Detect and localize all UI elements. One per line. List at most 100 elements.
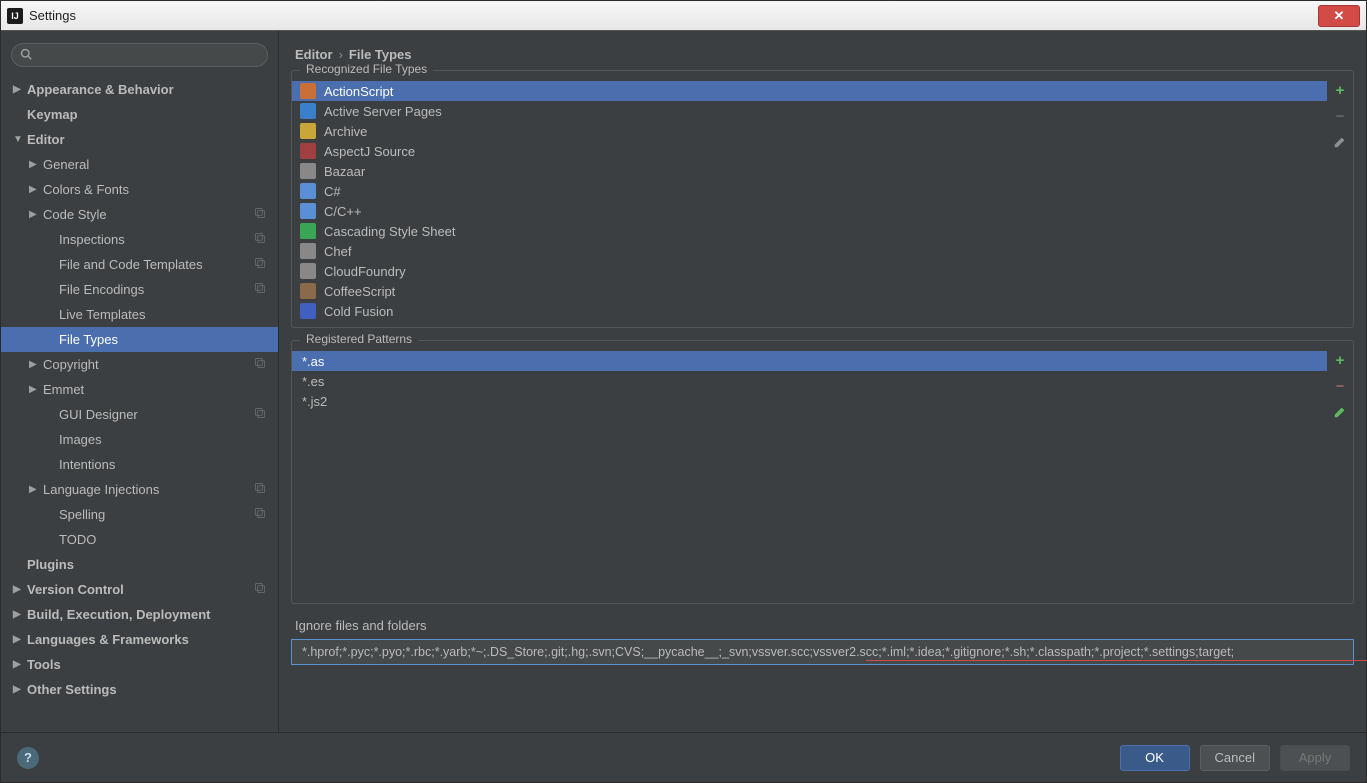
sidebar-item-label: Plugins	[27, 557, 74, 572]
file-type-label: Cascading Style Sheet	[324, 224, 456, 239]
file-type-label: AspectJ Source	[324, 144, 415, 159]
sidebar-item-code-style[interactable]: ▶Code Style	[1, 202, 278, 227]
file-type-label: Bazaar	[324, 164, 365, 179]
file-type-row[interactable]: Archive	[292, 121, 1327, 141]
sidebar-item-language-injections[interactable]: ▶Language Injections	[1, 477, 278, 502]
sidebar-item-appearance-behavior[interactable]: ▶Appearance & Behavior	[1, 77, 278, 102]
sidebar-item-label: Colors & Fonts	[43, 182, 129, 197]
breadcrumb-parent: Editor	[295, 47, 333, 62]
pattern-row[interactable]: *.js2	[292, 391, 1327, 411]
file-type-row[interactable]: Chef	[292, 241, 1327, 261]
pattern-row[interactable]: *.es	[292, 371, 1327, 391]
file-type-icon	[300, 83, 316, 99]
file-type-icon	[300, 103, 316, 119]
help-button[interactable]: ?	[17, 747, 39, 769]
chevron-right-icon: ▶	[13, 684, 27, 695]
chevron-right-icon: ▶	[13, 609, 27, 620]
file-type-icon	[300, 243, 316, 259]
breadcrumb: Editor›File Types	[291, 43, 1354, 70]
dialog-footer: ? OK Cancel Apply	[1, 732, 1366, 782]
add-pattern-button[interactable]: +	[1331, 351, 1349, 369]
chevron-right-icon: ▶	[29, 159, 43, 170]
file-type-row[interactable]: Bazaar	[292, 161, 1327, 181]
pattern-row[interactable]: *.as	[292, 351, 1327, 371]
file-type-label: Chef	[324, 244, 351, 259]
edit-pattern-button[interactable]	[1331, 403, 1349, 421]
file-type-row[interactable]: C/C++	[292, 201, 1327, 221]
add-file-type-button[interactable]: +	[1331, 81, 1349, 99]
file-type-row[interactable]: C#	[292, 181, 1327, 201]
file-type-row[interactable]: ActionScript	[292, 81, 1327, 101]
scheme-icon	[254, 582, 266, 597]
file-type-row[interactable]: Active Server Pages	[292, 101, 1327, 121]
sidebar-item-file-types[interactable]: File Types	[1, 327, 278, 352]
chevron-down-icon: ▼	[13, 134, 27, 145]
sidebar-item-label: Spelling	[59, 507, 105, 522]
chevron-right-icon: ▶	[29, 484, 43, 495]
sidebar-item-live-templates[interactable]: Live Templates	[1, 302, 278, 327]
sidebar-item-label: Copyright	[43, 357, 99, 372]
sidebar-item-intentions[interactable]: Intentions	[1, 452, 278, 477]
sidebar-item-label: Live Templates	[59, 307, 145, 322]
file-type-row[interactable]: Cascading Style Sheet	[292, 221, 1327, 241]
file-type-label: Active Server Pages	[324, 104, 442, 119]
chevron-right-icon: ▶	[13, 584, 27, 595]
search-input[interactable]	[11, 43, 268, 67]
sidebar-item-label: Languages & Frameworks	[27, 632, 189, 647]
sidebar-item-copyright[interactable]: ▶Copyright	[1, 352, 278, 377]
settings-dialog: IJ Settings ✕ ▶Appearance & BehaviorKeym…	[0, 0, 1367, 783]
sidebar-item-plugins[interactable]: Plugins	[1, 552, 278, 577]
file-type-icon	[300, 203, 316, 219]
file-type-label: Archive	[324, 124, 367, 139]
sidebar-item-other-settings[interactable]: ▶Other Settings	[1, 677, 278, 702]
patterns-list[interactable]: *.as*.es *.js2	[292, 347, 1327, 597]
file-type-label: CloudFoundry	[324, 264, 406, 279]
apply-button[interactable]: Apply	[1280, 745, 1350, 771]
window-close-button[interactable]: ✕	[1318, 5, 1360, 27]
sidebar-item-file-encodings[interactable]: File Encodings	[1, 277, 278, 302]
file-type-label: ActionScript	[324, 84, 393, 99]
file-type-row[interactable]: CoffeeScript	[292, 281, 1327, 301]
section-label: Recognized File Types	[300, 62, 433, 76]
ok-button[interactable]: OK	[1120, 745, 1190, 771]
sidebar-item-languages-frameworks[interactable]: ▶Languages & Frameworks	[1, 627, 278, 652]
settings-tree[interactable]: ▶Appearance & BehaviorKeymap▼Editor▶Gene…	[1, 73, 278, 732]
sidebar-item-tools[interactable]: ▶Tools	[1, 652, 278, 677]
scheme-icon	[254, 407, 266, 422]
main-panel: Editor›File Types Recognized File Types …	[279, 31, 1366, 732]
sidebar-item-label: Code Style	[43, 207, 107, 222]
file-type-row[interactable]: Cold Fusion	[292, 301, 1327, 321]
file-type-row[interactable]: AspectJ Source	[292, 141, 1327, 161]
file-types-list[interactable]: ActionScript Active Server Pages Archive As…	[292, 77, 1327, 321]
scheme-icon	[254, 257, 266, 272]
file-type-icon	[300, 283, 316, 299]
edit-file-type-button[interactable]	[1331, 133, 1349, 151]
sidebar-item-file-and-code-templates[interactable]: File and Code Templates	[1, 252, 278, 277]
file-type-row[interactable]: CloudFoundry	[292, 261, 1327, 281]
sidebar-item-build-execution-deployment[interactable]: ▶Build, Execution, Deployment	[1, 602, 278, 627]
sidebar-item-emmet[interactable]: ▶Emmet	[1, 377, 278, 402]
pattern-label: *.js2	[302, 394, 327, 409]
sidebar-item-todo[interactable]: TODO	[1, 527, 278, 552]
cancel-button[interactable]: Cancel	[1200, 745, 1270, 771]
sidebar-item-label: Language Injections	[43, 482, 159, 497]
sidebar-item-keymap[interactable]: Keymap	[1, 102, 278, 127]
sidebar-item-version-control[interactable]: ▶Version Control	[1, 577, 278, 602]
sidebar-item-colors-fonts[interactable]: ▶Colors & Fonts	[1, 177, 278, 202]
sidebar-item-label: Appearance & Behavior	[27, 82, 174, 97]
sidebar-item-label: Editor	[27, 132, 65, 147]
sidebar-item-gui-designer[interactable]: GUI Designer	[1, 402, 278, 427]
breadcrumb-current: File Types	[349, 47, 412, 62]
sidebar-item-editor[interactable]: ▼Editor	[1, 127, 278, 152]
remove-pattern-button[interactable]: −	[1331, 377, 1349, 395]
ignore-files-label: Ignore files and folders	[291, 616, 1354, 639]
search-icon	[20, 48, 32, 63]
chevron-right-icon: ▶	[13, 84, 27, 95]
sidebar-item-inspections[interactable]: Inspections	[1, 227, 278, 252]
sidebar-item-spelling[interactable]: Spelling	[1, 502, 278, 527]
ignore-files-input[interactable]	[291, 639, 1354, 665]
remove-file-type-button[interactable]: −	[1331, 107, 1349, 125]
sidebar-item-general[interactable]: ▶General	[1, 152, 278, 177]
sidebar-item-images[interactable]: Images	[1, 427, 278, 452]
error-underline	[866, 660, 1367, 662]
